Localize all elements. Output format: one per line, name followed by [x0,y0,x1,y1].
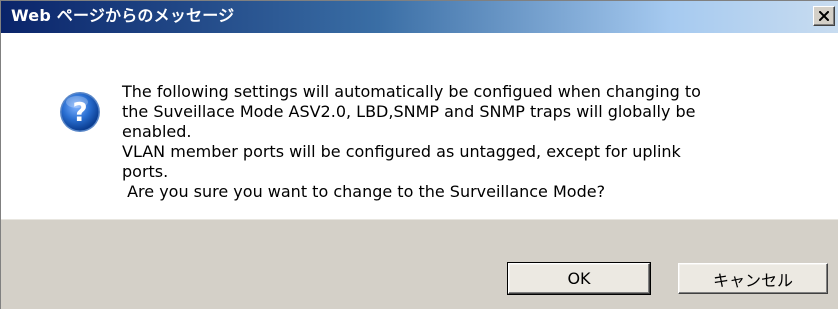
message-line: ports. [122,162,169,181]
dialog-message: The following settings will automaticall… [122,82,802,202]
question-icon: ? [59,91,101,133]
dialog-titlebar[interactable]: Web ページからのメッセージ [1,1,838,33]
close-button[interactable] [813,6,835,26]
ok-button[interactable]: OK [507,262,651,295]
message-line: enabled. [122,122,192,141]
message-dialog: Web ページからのメッセージ ? The following settings… [0,0,838,309]
message-line: Are you sure you want to change to the S… [122,182,606,201]
svg-text:?: ? [72,98,87,128]
dialog-content: ? The following settings will automatica… [1,33,838,219]
cancel-button[interactable]: キャンセル [678,263,828,294]
close-icon [819,11,829,21]
dialog-title: Web ページからのメッセージ [11,6,235,25]
message-line: the Suveillace Mode ASV2.0, LBD,SNMP and… [122,102,696,121]
dialog-button-bar: OK キャンセル [1,219,838,309]
message-line: VLAN member ports will be configured as … [122,142,681,161]
message-line: The following settings will automaticall… [122,82,701,101]
